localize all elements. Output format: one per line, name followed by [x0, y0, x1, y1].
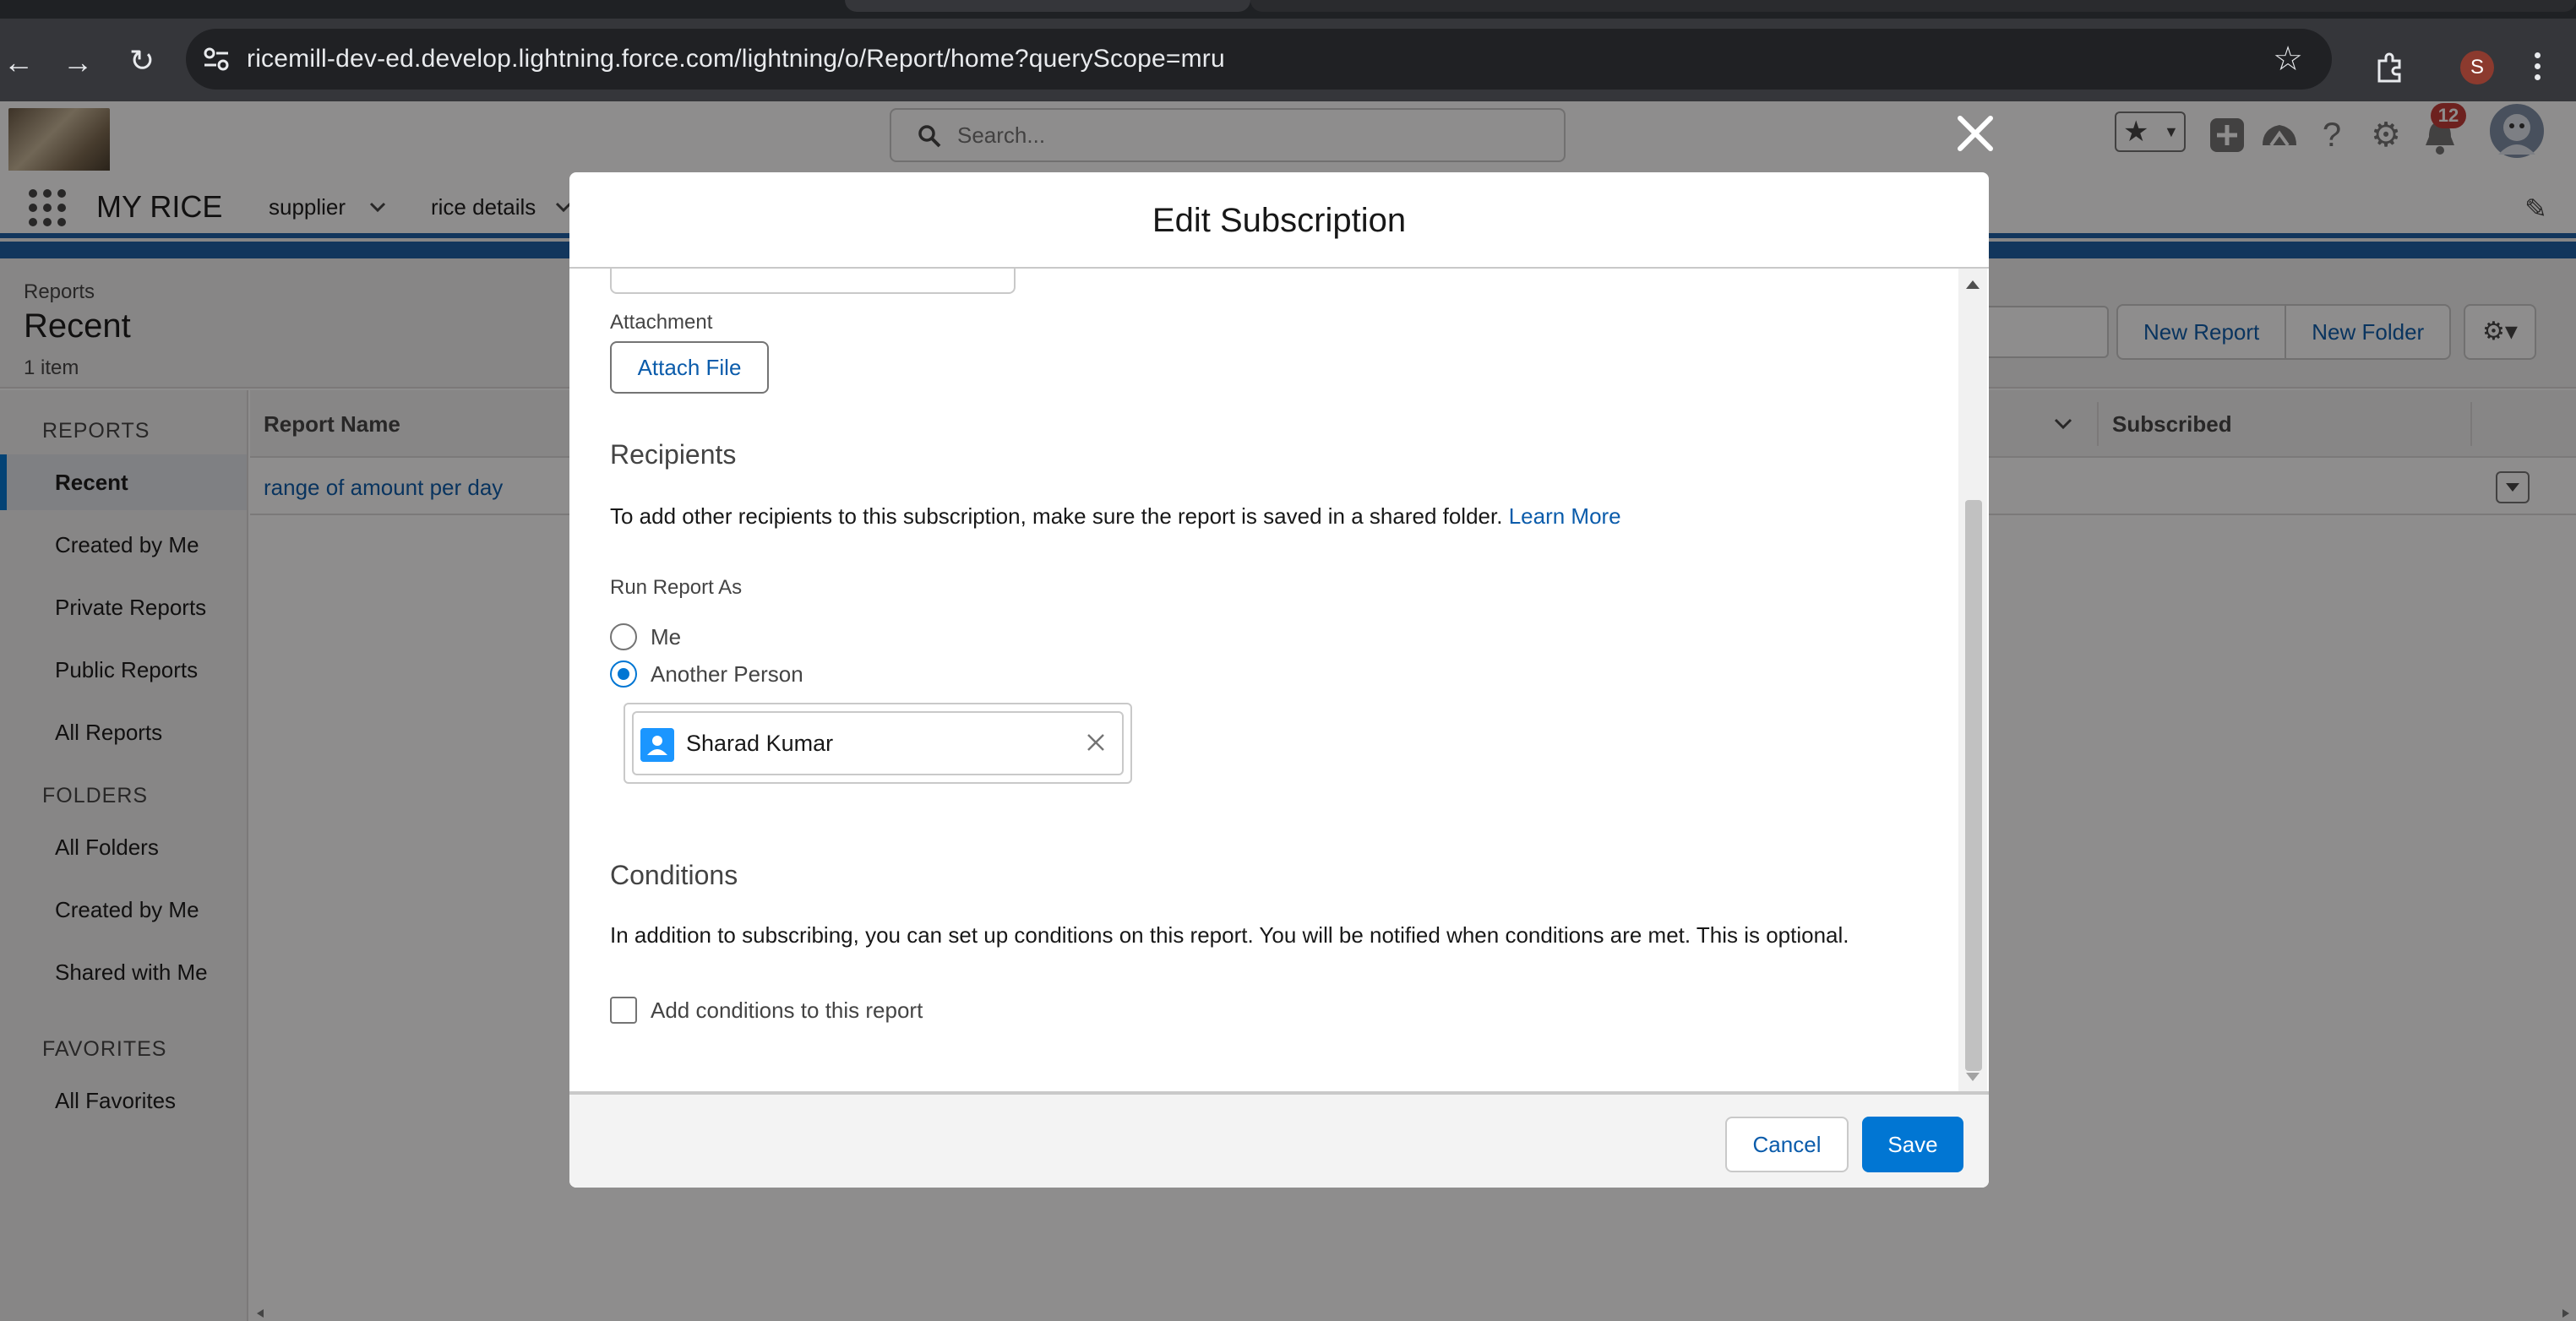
scrolled-field[interactable] [610, 269, 1016, 294]
browser-tab-strip [0, 0, 2576, 19]
bookmark-star-icon[interactable]: ☆ [2273, 41, 2303, 78]
radio-another-person[interactable] [610, 660, 637, 688]
browser-toolbar: ← → ↻ ricemill-dev-ed.develop.lightning.… [0, 19, 2576, 101]
cancel-button[interactable]: Cancel [1725, 1117, 1849, 1172]
modal-title: Edit Subscription [1152, 202, 1407, 239]
person-lookup: Sharad Kumar [624, 703, 1132, 784]
browser-tab[interactable] [1250, 0, 2576, 12]
recipients-heading: Recipients [610, 439, 737, 470]
add-conditions-label[interactable]: Add conditions to this report [651, 995, 923, 1025]
run-report-as-label: Run Report As [610, 576, 743, 599]
browser-tab[interactable] [845, 0, 1250, 12]
forward-icon[interactable]: → [59, 44, 96, 81]
scroll-down-arrow-icon[interactable] [1966, 1073, 1980, 1081]
add-conditions-checkbox[interactable] [610, 997, 637, 1024]
modal-header: Edit Subscription [569, 172, 1989, 269]
recipients-text: To add other recipients to this subscrip… [610, 503, 1503, 529]
url-text[interactable]: ricemill-dev-ed.develop.lightning.force.… [247, 29, 1225, 90]
conditions-description: In addition to subscribing, you can set … [610, 922, 1849, 948]
page-horizontal-scrollbar[interactable] [250, 1306, 2576, 1321]
save-button[interactable]: Save [1862, 1117, 1963, 1172]
attachment-label: Attachment [610, 311, 713, 334]
attach-file-button[interactable]: Attach File [610, 341, 769, 394]
close-icon[interactable] [1952, 110, 1999, 157]
learn-more-link[interactable]: Learn More [1509, 503, 1621, 529]
edit-subscription-modal: Edit Subscription Attachment Attach File… [569, 172, 1989, 1188]
selected-person-name: Sharad Kumar [686, 731, 834, 756]
conditions-heading: Conditions [610, 860, 738, 890]
back-icon[interactable]: ← [0, 44, 37, 81]
clear-icon[interactable] [1085, 731, 1107, 753]
radio-me-label[interactable]: Me [651, 622, 681, 652]
modal-body: Attachment Attach File Recipients To add… [569, 269, 1989, 1093]
address-bar[interactable]: ricemill-dev-ed.develop.lightning.force.… [186, 29, 2332, 90]
extensions-icon[interactable] [2372, 51, 2406, 84]
site-settings-icon[interactable] [201, 44, 231, 74]
modal-scrollbar[interactable] [1958, 269, 1987, 1093]
user-icon [640, 728, 674, 762]
recipients-description: To add other recipients to this subscrip… [610, 503, 1621, 530]
selected-person-pill[interactable]: Sharad Kumar [632, 711, 1124, 775]
radio-me[interactable] [610, 623, 637, 650]
reload-icon[interactable]: ↻ [123, 42, 161, 79]
radio-another-person-label[interactable]: Another Person [651, 659, 803, 689]
profile-avatar[interactable]: S [2460, 51, 2494, 84]
scroll-up-arrow-icon[interactable] [1966, 280, 1980, 289]
kebab-menu-icon[interactable] [2535, 52, 2541, 85]
modal-footer: Cancel Save [569, 1091, 1989, 1188]
scrollbar-thumb[interactable] [1965, 500, 1982, 1071]
